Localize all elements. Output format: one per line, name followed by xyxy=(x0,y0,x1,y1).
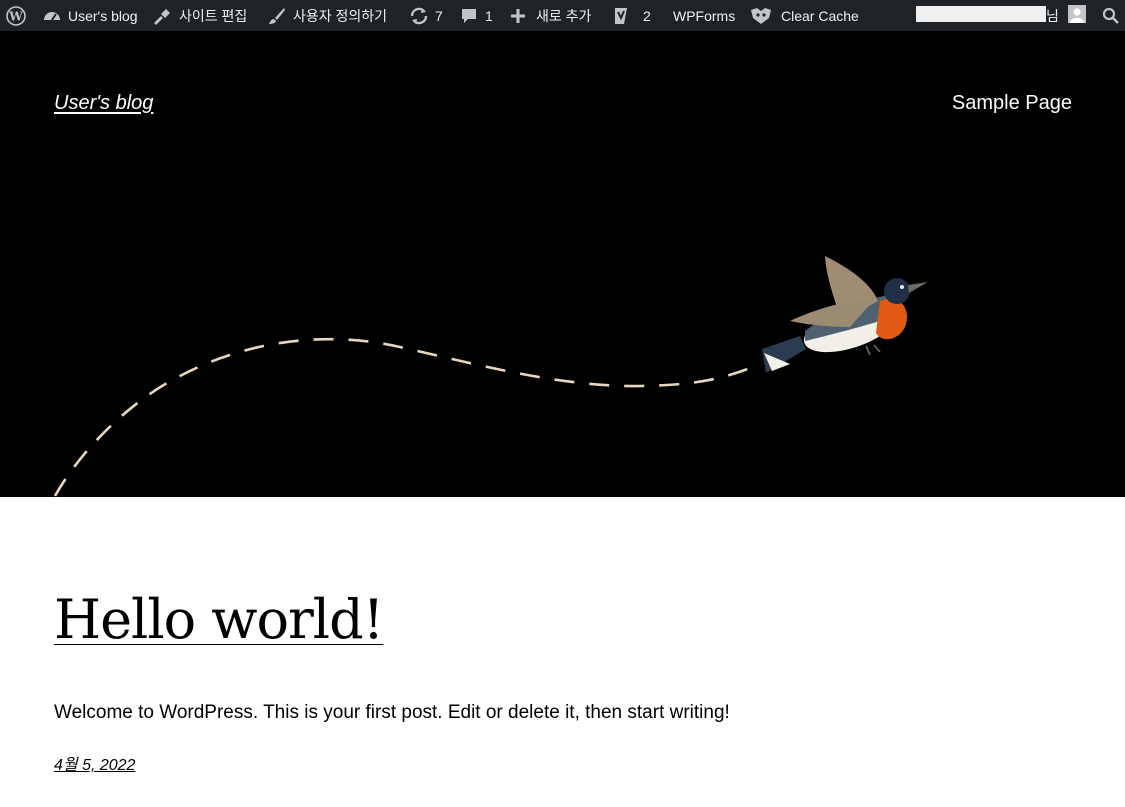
updates-count: 7 xyxy=(435,7,443,24)
site-title-link[interactable]: User's blog xyxy=(54,92,153,115)
updates-menu[interactable]: 7 xyxy=(409,0,443,31)
refresh-icon xyxy=(410,7,428,24)
new-content-menu[interactable]: 새로 추가 xyxy=(510,0,591,31)
customize-label: 사용자 정의하기 xyxy=(293,7,388,24)
brush-icon xyxy=(154,8,170,25)
account-name-redacted[interactable] xyxy=(916,6,1046,22)
post-date-link[interactable]: 4월 5, 2022 xyxy=(54,751,135,775)
yoast-menu[interactable]: 2 xyxy=(611,0,651,31)
nav-item-sample-page[interactable]: Sample Page xyxy=(952,92,1072,115)
site-name-menu[interactable]: User's blog xyxy=(43,0,138,31)
clear-cache-label: Clear Cache xyxy=(781,7,859,24)
comments-menu[interactable]: 1 xyxy=(460,0,493,31)
site-header: User's blog Sample Page xyxy=(0,31,1125,497)
avatar[interactable] xyxy=(1068,5,1086,23)
wpforms-label: WPForms xyxy=(673,7,736,24)
wordpress-logo-icon[interactable]: W xyxy=(6,0,26,31)
search-icon[interactable] xyxy=(1102,0,1120,31)
account-name-suffix[interactable]: 님 xyxy=(1046,0,1059,31)
comment-icon xyxy=(462,8,476,23)
post-excerpt: Welcome to WordPress. This is your first… xyxy=(54,702,730,723)
admin-bar: W User's blog 사이트 편집 사용자 정의하기 7 1 새로 추가 … xyxy=(0,0,1125,31)
clear-cache-menu[interactable]: Clear Cache xyxy=(749,0,859,31)
dashed-flight-path xyxy=(53,337,761,497)
comments-count: 1 xyxy=(485,7,493,24)
paintbrush-icon xyxy=(269,7,285,24)
yoast-icon xyxy=(615,7,627,24)
plus-icon xyxy=(511,8,525,23)
cache-icon xyxy=(751,7,771,24)
wpforms-menu[interactable]: WPForms xyxy=(673,0,735,31)
edit-site-label: 사이트 편집 xyxy=(179,7,248,24)
new-content-label: 새로 추가 xyxy=(536,7,592,24)
customize-menu[interactable]: 사용자 정의하기 xyxy=(268,0,387,31)
site-name-label: User's blog xyxy=(68,7,138,24)
svg-text:W: W xyxy=(8,9,23,23)
dashboard-icon xyxy=(44,11,60,21)
post-title-link[interactable]: Hello world! xyxy=(54,588,384,651)
edit-site-menu[interactable]: 사이트 편집 xyxy=(152,0,247,31)
yoast-count: 2 xyxy=(643,7,651,24)
bird-illustration xyxy=(762,256,928,373)
